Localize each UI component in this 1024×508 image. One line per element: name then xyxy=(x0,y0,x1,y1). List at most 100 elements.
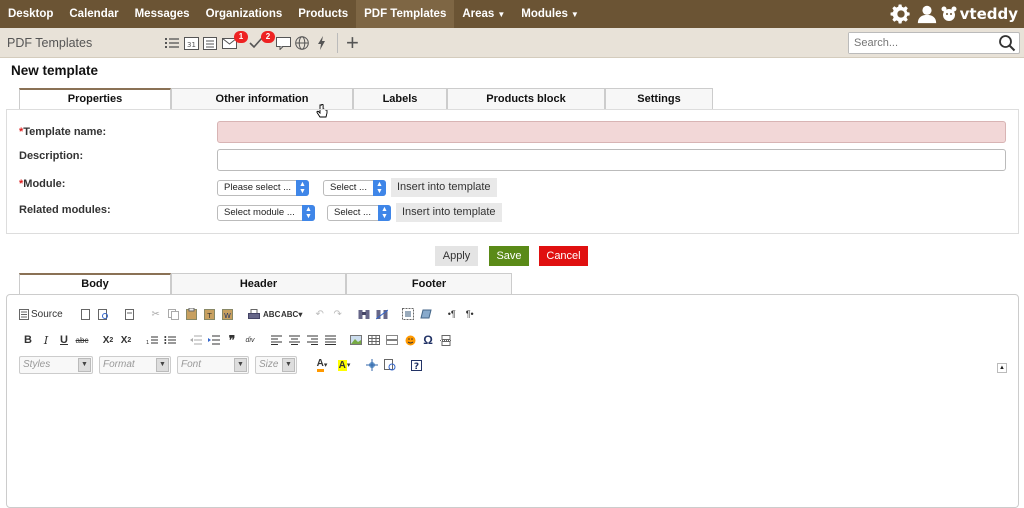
mail-icon[interactable]: 1 xyxy=(220,31,248,54)
superscript-icon[interactable]: X2 xyxy=(117,331,135,349)
maximize-icon[interactable] xyxy=(363,356,381,374)
template-tabs: Properties Other information Labels Prod… xyxy=(19,88,713,109)
save-button[interactable]: Save xyxy=(489,246,529,266)
insert-module-button[interactable]: Insert into template xyxy=(391,178,497,197)
module-field-select[interactable]: Select ... ▲ ▼ xyxy=(323,180,386,196)
globe-icon[interactable] xyxy=(293,32,311,54)
new-page-icon[interactable] xyxy=(77,305,95,323)
collapse-toolbar-icon[interactable]: ▲ xyxy=(997,363,1007,373)
size-dropdown[interactable]: Size ▼ xyxy=(255,356,297,374)
preview-icon[interactable] xyxy=(95,305,113,323)
search-icon[interactable] xyxy=(998,34,1016,55)
templates-icon[interactable] xyxy=(121,305,139,323)
user-icon[interactable] xyxy=(914,0,940,28)
module-title[interactable]: PDF Templates xyxy=(0,36,160,50)
nav-modules-label: Modules xyxy=(521,8,568,20)
lightning-icon[interactable] xyxy=(312,32,330,54)
underline-icon[interactable]: U xyxy=(55,331,73,349)
remove-format-icon[interactable] xyxy=(417,305,435,323)
paste-text-icon[interactable]: T xyxy=(201,305,219,323)
nav-areas-menu[interactable]: Areas ▼ xyxy=(454,0,513,28)
indent-icon[interactable] xyxy=(205,331,223,349)
outdent-icon[interactable] xyxy=(187,331,205,349)
align-left-icon[interactable] xyxy=(267,331,285,349)
related-module-select[interactable]: Select module ... ▲ ▼ xyxy=(217,205,315,221)
related-field-select[interactable]: Select ... ▲ ▼ xyxy=(327,205,391,221)
template-name-field[interactable] xyxy=(217,121,1006,143)
search-input[interactable] xyxy=(849,33,989,53)
editor-toolbar-row-3: Styles ▼ Format ▼ Font ▼ Size ▼ A ▾ A ▾ ? xyxy=(19,356,425,374)
numbered-list-icon[interactable]: 1 xyxy=(143,331,161,349)
subscript-icon[interactable]: X2 xyxy=(99,331,117,349)
image-icon[interactable] xyxy=(347,331,365,349)
gear-icon[interactable] xyxy=(888,0,914,28)
tab-footer[interactable]: Footer xyxy=(346,273,512,294)
select-arrows-icon: ▲ ▼ xyxy=(373,180,386,196)
list-icon[interactable] xyxy=(163,32,181,54)
ltr-icon[interactable]: •¶ xyxy=(443,305,461,323)
horizontal-rule-icon[interactable] xyxy=(383,331,401,349)
nav-modules-menu[interactable]: Modules ▼ xyxy=(513,0,587,28)
tab-settings[interactable]: Settings xyxy=(605,88,713,109)
brand-name: vteddy xyxy=(959,5,1018,23)
page-break-icon[interactable] xyxy=(437,331,455,349)
styles-dropdown[interactable]: Styles ▼ xyxy=(19,356,93,374)
bold-icon[interactable]: B xyxy=(19,331,37,349)
spellcheck-as-you-type-icon[interactable]: ABC▾ xyxy=(281,305,303,323)
font-dropdown[interactable]: Font ▼ xyxy=(177,356,249,374)
undo-icon[interactable]: ↶ xyxy=(311,305,329,323)
calendar-icon[interactable]: 31 xyxy=(182,32,200,54)
notepad-icon[interactable] xyxy=(201,32,219,54)
spellcheck-icon[interactable]: ABC xyxy=(263,305,281,323)
nav-pdf-templates[interactable]: PDF Templates xyxy=(356,0,455,28)
rtl-icon[interactable]: ¶• xyxy=(461,305,479,323)
tab-labels[interactable]: Labels xyxy=(353,88,447,109)
strikethrough-icon[interactable]: abc xyxy=(73,331,91,349)
italic-icon[interactable]: I xyxy=(37,331,55,349)
cut-icon[interactable]: ✂ xyxy=(147,305,165,323)
chevron-down-icon: ▼ xyxy=(234,358,247,372)
blockquote-icon[interactable]: ❞ xyxy=(223,331,241,349)
nav-desktop[interactable]: Desktop xyxy=(0,0,61,28)
add-icon[interactable]: + xyxy=(346,32,359,54)
background-color-icon[interactable]: A ▾ xyxy=(333,356,355,374)
justify-icon[interactable] xyxy=(321,331,339,349)
paste-icon[interactable] xyxy=(183,305,201,323)
align-center-icon[interactable] xyxy=(285,331,303,349)
help-icon[interactable]: ? xyxy=(407,356,425,374)
insert-related-button[interactable]: Insert into template xyxy=(396,203,502,222)
tab-header[interactable]: Header xyxy=(171,273,346,294)
apply-button[interactable]: Apply xyxy=(435,246,478,266)
text-color-icon[interactable]: A ▾ xyxy=(311,356,333,374)
template-name-label: *Template name: xyxy=(19,126,107,138)
align-right-icon[interactable] xyxy=(303,331,321,349)
find-icon[interactable] xyxy=(355,305,373,323)
nav-products[interactable]: Products xyxy=(290,0,356,28)
cancel-button[interactable]: Cancel xyxy=(539,246,588,266)
nav-messages[interactable]: Messages xyxy=(127,0,198,28)
select-all-icon[interactable] xyxy=(399,305,417,323)
source-button[interactable]: Source xyxy=(19,305,69,323)
editor-toolbar-row-1: Source ✂ T W ABC ABC▾ ↶ ↷ •¶ ¶• xyxy=(19,305,479,323)
tab-products-block[interactable]: Products block xyxy=(447,88,605,109)
nav-organizations[interactable]: Organizations xyxy=(198,0,291,28)
show-blocks-icon[interactable] xyxy=(381,356,399,374)
replace-icon[interactable] xyxy=(373,305,391,323)
nav-calendar[interactable]: Calendar xyxy=(61,0,126,28)
redo-icon[interactable]: ↷ xyxy=(329,305,347,323)
tab-body[interactable]: Body xyxy=(19,273,171,294)
format-dropdown[interactable]: Format ▼ xyxy=(99,356,171,374)
module-select[interactable]: Please select ... ▲ ▼ xyxy=(217,180,309,196)
create-div-icon[interactable]: div xyxy=(241,331,259,349)
copy-icon[interactable] xyxy=(165,305,183,323)
description-field[interactable] xyxy=(217,149,1006,171)
paste-word-icon[interactable]: W xyxy=(219,305,237,323)
checkmark-icon[interactable]: 2 xyxy=(247,31,275,54)
special-character-icon[interactable]: Ω xyxy=(419,331,437,349)
bulleted-list-icon[interactable] xyxy=(161,331,179,349)
chat-icon[interactable] xyxy=(274,32,292,54)
tab-properties[interactable]: Properties xyxy=(19,88,171,109)
table-icon[interactable] xyxy=(365,331,383,349)
smiley-icon[interactable] xyxy=(401,331,419,349)
print-icon[interactable] xyxy=(245,305,263,323)
